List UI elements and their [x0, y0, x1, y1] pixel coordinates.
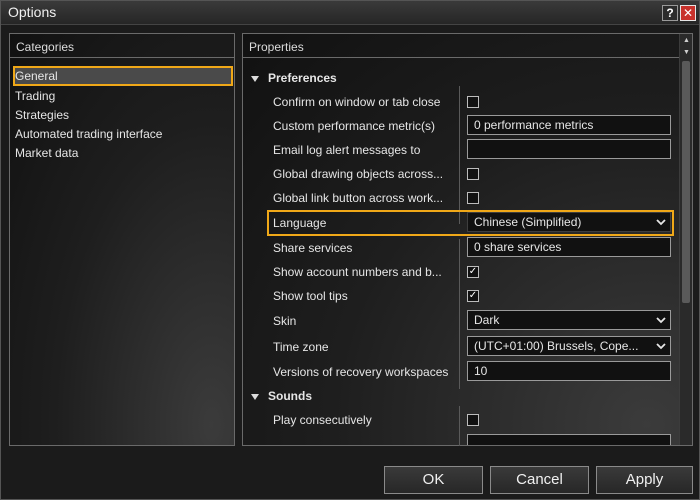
properties-header: Properties — [243, 34, 692, 58]
scroll-down-arrow-icon[interactable]: ▼ — [681, 47, 692, 59]
close-button[interactable]: ✕ — [680, 5, 696, 21]
category-general[interactable]: General — [15, 69, 58, 83]
column-divider — [459, 86, 460, 224]
title-bar[interactable]: Options ? ✕ — [1, 1, 699, 25]
property-label: Versions of recovery workspaces — [273, 365, 449, 379]
play-consecutively-checkbox[interactable] — [467, 414, 479, 426]
time-zone-select-value: (UTC+01:00) Brussels, Cope... — [474, 339, 639, 353]
properties-scrollbar[interactable]: ▲ ▼ — [679, 34, 692, 445]
ok-button[interactable]: OK — [384, 466, 483, 494]
chevron-down-icon — [656, 219, 666, 226]
global-link-button-checkbox[interactable] — [467, 192, 479, 204]
time-zone-select[interactable]: (UTC+01:00) Brussels, Cope... — [467, 336, 671, 356]
scroll-thumb[interactable] — [682, 61, 690, 303]
language-select[interactable]: Chinese (Simplified) — [467, 212, 671, 232]
cancel-button[interactable]: Cancel — [490, 466, 589, 494]
property-label: Show account numbers and b... — [273, 265, 442, 279]
categories-header: Categories — [10, 34, 234, 58]
show-tool-tips-checkbox[interactable]: ✓ — [467, 290, 479, 302]
property-label: Custom performance metric(s) — [273, 119, 436, 133]
skin-select-value: Dark — [474, 313, 500, 327]
property-label: Share services — [273, 241, 353, 255]
email-log-alert-field[interactable] — [467, 139, 671, 159]
collapse-triangle-icon[interactable] — [251, 393, 259, 400]
confirm-on-close-checkbox[interactable] — [467, 96, 479, 108]
property-label: Skin — [273, 314, 297, 328]
chevron-down-icon — [656, 317, 666, 324]
property-label: Show tool tips — [273, 289, 348, 303]
options-dialog: Options ? ✕ Categories General Trading S… — [0, 0, 700, 500]
column-divider — [459, 239, 460, 389]
property-label: Global link button across work... — [273, 191, 444, 205]
property-label: Confirm on window or tab close — [273, 95, 441, 109]
section-sounds[interactable]: Sounds — [251, 389, 312, 403]
category-market-data[interactable]: Market data — [15, 146, 78, 160]
window-title: Options — [8, 4, 57, 20]
property-label: Time zone — [273, 340, 329, 354]
partially-visible-field[interactable] — [467, 434, 671, 445]
show-account-numbers-checkbox[interactable]: ✓ — [467, 266, 479, 278]
chevron-down-icon — [656, 343, 666, 350]
skin-select[interactable]: Dark — [467, 310, 671, 330]
property-label: Email log alert messages to — [273, 143, 421, 157]
global-drawing-objects-checkbox[interactable] — [467, 168, 479, 180]
help-button[interactable]: ? — [662, 5, 678, 21]
section-label: Preferences — [268, 71, 337, 85]
recovery-workspaces-field[interactable]: 10 — [467, 361, 671, 381]
share-services-field[interactable]: 0 share services — [467, 237, 671, 257]
property-label-language: Language — [273, 216, 327, 230]
categories-panel: Categories General Trading Strategies Au… — [9, 33, 235, 446]
apply-button[interactable]: Apply — [596, 466, 693, 494]
property-label: Global drawing objects across... — [273, 167, 444, 181]
category-automated-trading-interface[interactable]: Automated trading interface — [15, 127, 162, 141]
section-label: Sounds — [268, 389, 312, 403]
custom-performance-metrics-field[interactable]: 0 performance metrics — [467, 115, 671, 135]
collapse-triangle-icon[interactable] — [251, 75, 259, 82]
category-trading[interactable]: Trading — [15, 89, 55, 103]
language-select-value: Chinese (Simplified) — [474, 215, 582, 229]
column-divider — [459, 406, 460, 446]
section-preferences[interactable]: Preferences — [251, 71, 337, 85]
property-label: Play consecutively — [273, 413, 372, 427]
scroll-up-arrow-icon[interactable]: ▲ — [681, 35, 692, 47]
properties-panel: Properties ▲ ▼ Preferences Confirm on wi… — [242, 33, 693, 446]
category-strategies[interactable]: Strategies — [15, 108, 69, 122]
